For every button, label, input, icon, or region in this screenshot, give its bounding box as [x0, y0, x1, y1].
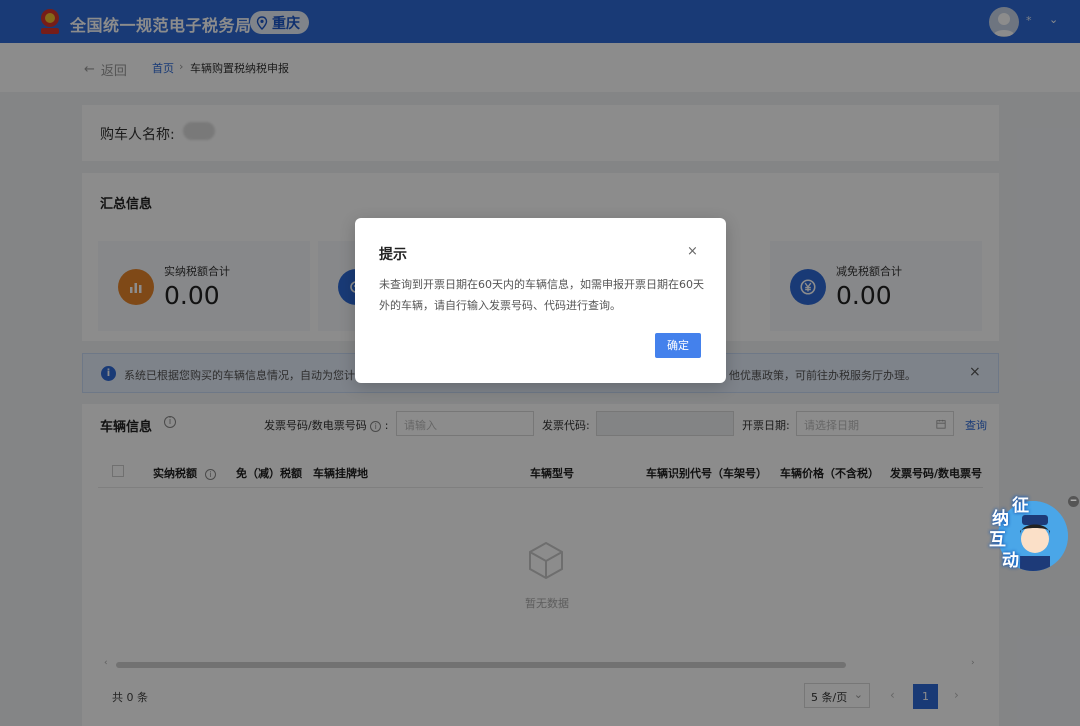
- assistant-label: 征: [1012, 496, 1029, 516]
- minimize-icon[interactable]: −: [1068, 496, 1079, 507]
- interaction-assistant[interactable]: 征 纳 互 动 −: [986, 491, 1080, 573]
- close-icon[interactable]: ×: [687, 244, 698, 259]
- dialog-message: 未查询到开票日期在60天内的车辆信息，如需申报开票日期在60天外的车辆，请自行输…: [379, 278, 704, 312]
- prompt-dialog: 提示 × 未查询到开票日期在60天内的车辆信息，如需申报开票日期在60天外的车辆…: [355, 218, 726, 383]
- assistant-label: 动: [1002, 551, 1019, 571]
- confirm-button[interactable]: 确定: [655, 333, 701, 358]
- dialog-title: 提示: [379, 247, 407, 263]
